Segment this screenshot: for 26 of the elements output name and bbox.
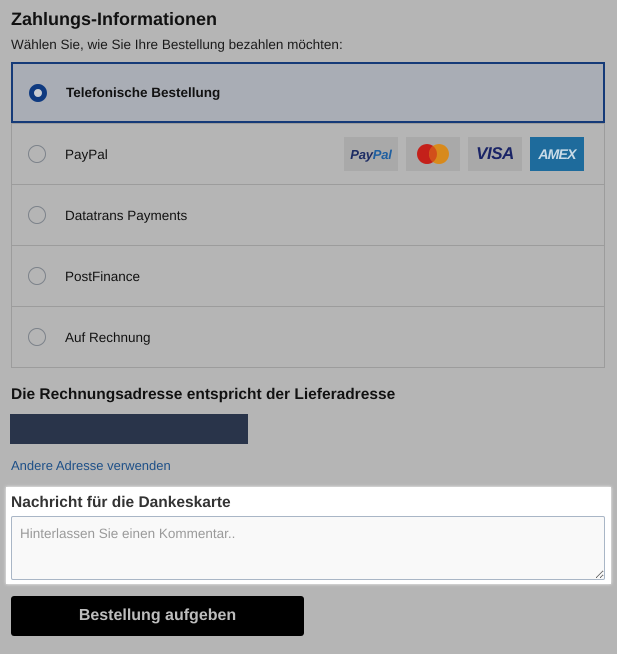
visa-logo: VISA xyxy=(468,137,522,171)
radio-button-icon[interactable] xyxy=(28,267,46,285)
section-title: Zahlungs-Informationen xyxy=(11,8,217,30)
payment-option[interactable]: Auf Rechnung xyxy=(12,306,604,367)
other-address-link[interactable]: Andere Adresse verwenden xyxy=(11,458,171,474)
amex-logo: AMEX xyxy=(530,137,584,171)
paypal-logo: PayPal xyxy=(344,137,398,171)
radio-button-icon[interactable] xyxy=(28,206,46,224)
payment-option[interactable]: Telefonische Bestellung xyxy=(11,62,605,123)
radio-button-icon[interactable] xyxy=(29,84,47,102)
message-field[interactable]: Hinterlassen Sie einen Kommentar.. xyxy=(11,516,605,580)
payment-option[interactable]: PostFinance xyxy=(12,245,604,306)
payment-option[interactable]: Datatrans Payments xyxy=(12,184,604,245)
billing-title: Die Rechnungsadresse entspricht der Lieferadresse xyxy=(11,385,396,404)
submit-button[interactable]: Bestellung aufgeben xyxy=(11,596,304,636)
payment-option[interactable]: PayPal PayPal VISA AMEX xyxy=(12,123,604,184)
option-label: Datatrans Payments xyxy=(65,208,188,222)
option-label: PayPal xyxy=(65,146,108,162)
section-subtitle: Wählen Sie, wie Sie Ihre Bestellung bezahlen möchten: xyxy=(11,36,343,53)
radio-button-icon[interactable] xyxy=(28,328,46,346)
option-label: PostFinance xyxy=(65,268,140,284)
option-label: Telefonische Bestellung xyxy=(66,85,220,100)
radio-button-icon[interactable] xyxy=(28,145,46,163)
circles-logo-icon xyxy=(406,137,460,171)
message-label: Nachricht für die Dankeskarte xyxy=(11,493,231,512)
option-label: Auf Rechnung xyxy=(65,330,151,344)
